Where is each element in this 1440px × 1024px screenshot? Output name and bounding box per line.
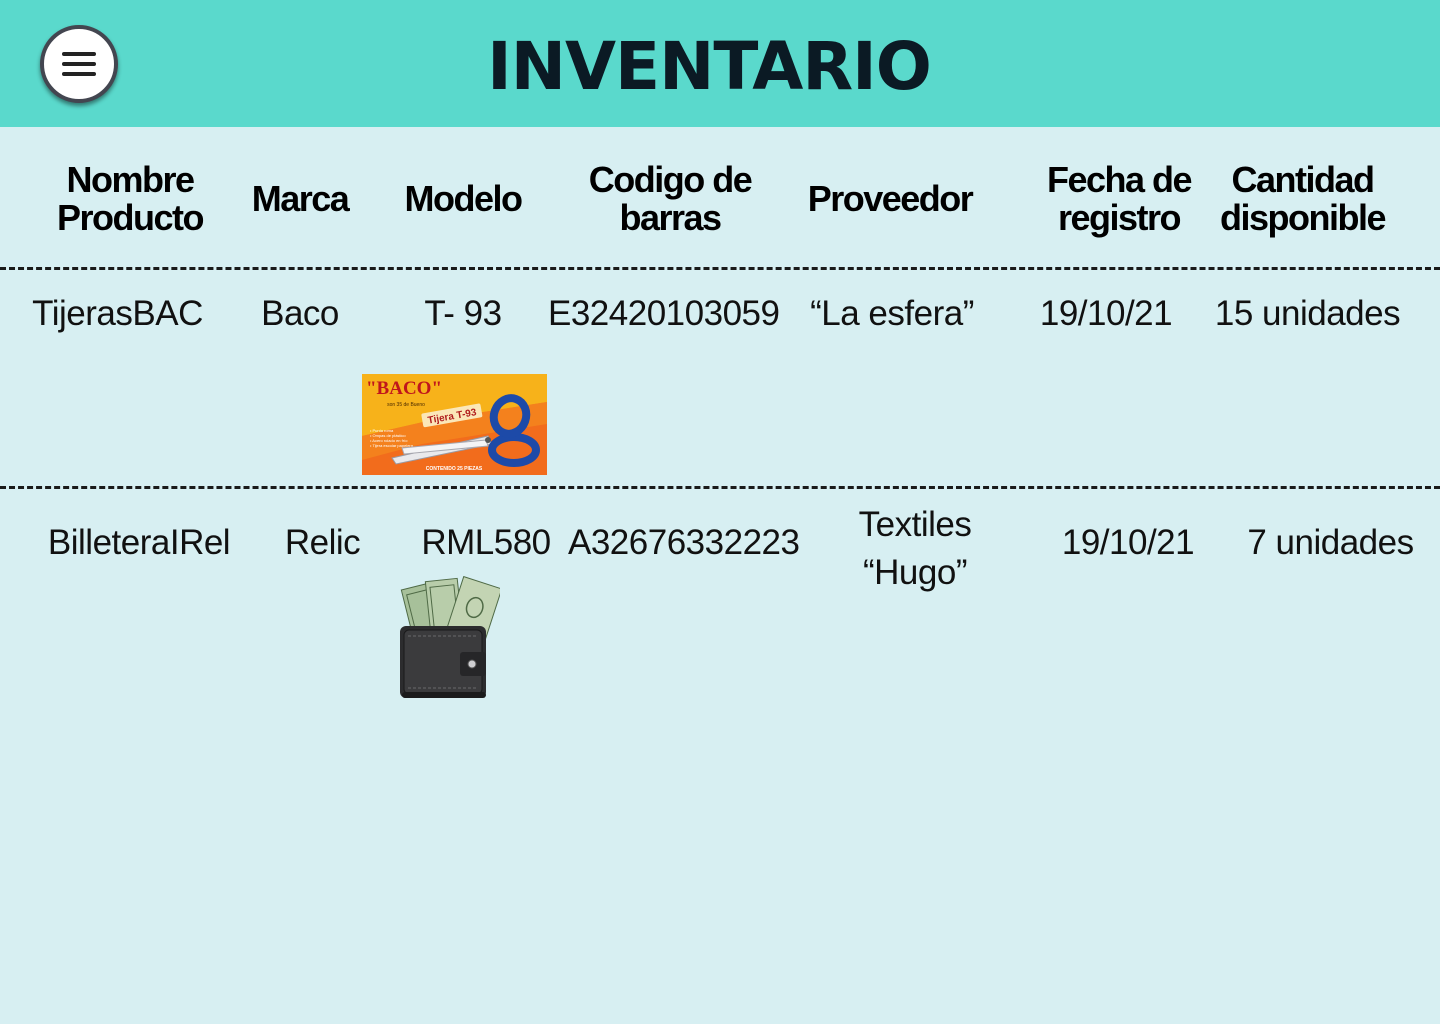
column-header-nombre-producto: Nombre Producto xyxy=(57,159,205,238)
wallet-with-bills-image xyxy=(400,576,500,698)
column-header-cantidad-disponible: Cantidad disponible xyxy=(1220,159,1387,238)
row-divider xyxy=(0,486,1440,489)
scissors-box-image: "BACO" son 35 de Bueno Tijera T-93 • Pun… xyxy=(362,374,547,475)
cell-marca: Baco xyxy=(261,294,339,333)
box-brand-text: "BACO" xyxy=(366,378,442,399)
cell-marca: Relic xyxy=(284,523,361,562)
page-title: INVENTARIO xyxy=(487,28,932,105)
cell-proveedor: Textiles “Hugo” xyxy=(858,505,972,592)
column-header-fecha-registro: Fecha de registro xyxy=(1046,159,1193,238)
column-header-codigo-barras: Codigo de barras xyxy=(588,159,753,238)
cell-fecha: 19/10/21 xyxy=(1061,523,1195,562)
cell-modelo: RML580 xyxy=(421,523,551,562)
table-header-divider xyxy=(0,267,1440,270)
box-footer-text: CONTENIDO 25 PIEZAS xyxy=(426,466,483,472)
column-header-modelo: Modelo xyxy=(404,178,523,219)
top-header-bar: INVENTARIO xyxy=(0,0,1440,127)
cell-cantidad: 7 unidades xyxy=(1247,523,1414,562)
cell-cantidad: 15 unidades xyxy=(1214,294,1401,333)
cell-fecha: 19/10/21 xyxy=(1039,294,1173,333)
column-header-marca: Marca xyxy=(251,178,350,219)
cell-proveedor: “La esfera” xyxy=(810,294,974,333)
box-subtitle-text: son 35 de Bueno xyxy=(387,402,425,408)
cell-nombre: TijerasBAC xyxy=(32,294,203,333)
column-header-proveedor: Proveedor xyxy=(807,178,974,219)
cell-nombre: BilleteraIRel xyxy=(47,523,231,562)
cell-codigo: E32420103059 xyxy=(548,294,780,333)
cell-codigo: A32676332223 xyxy=(568,523,800,562)
cell-modelo: T- 93 xyxy=(424,294,502,333)
